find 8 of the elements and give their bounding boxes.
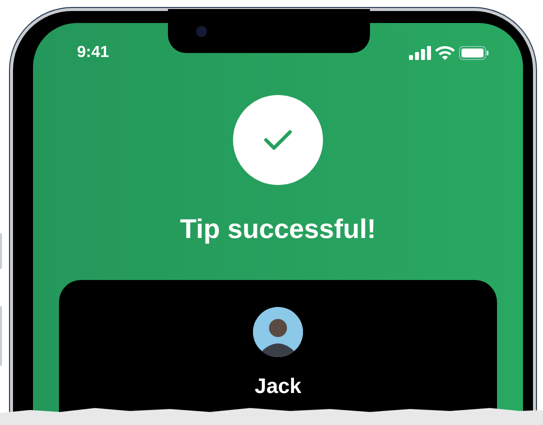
status-time: 9:41: [77, 43, 110, 63]
success-title: Tip successful!: [180, 213, 376, 246]
avatar-silhouette: [253, 306, 303, 356]
recipient-name: Jack: [254, 374, 302, 400]
checkmark-icon: [263, 128, 293, 152]
battery-icon: [459, 46, 489, 60]
wifi-icon: [435, 46, 455, 60]
signal-icon: [409, 46, 431, 60]
